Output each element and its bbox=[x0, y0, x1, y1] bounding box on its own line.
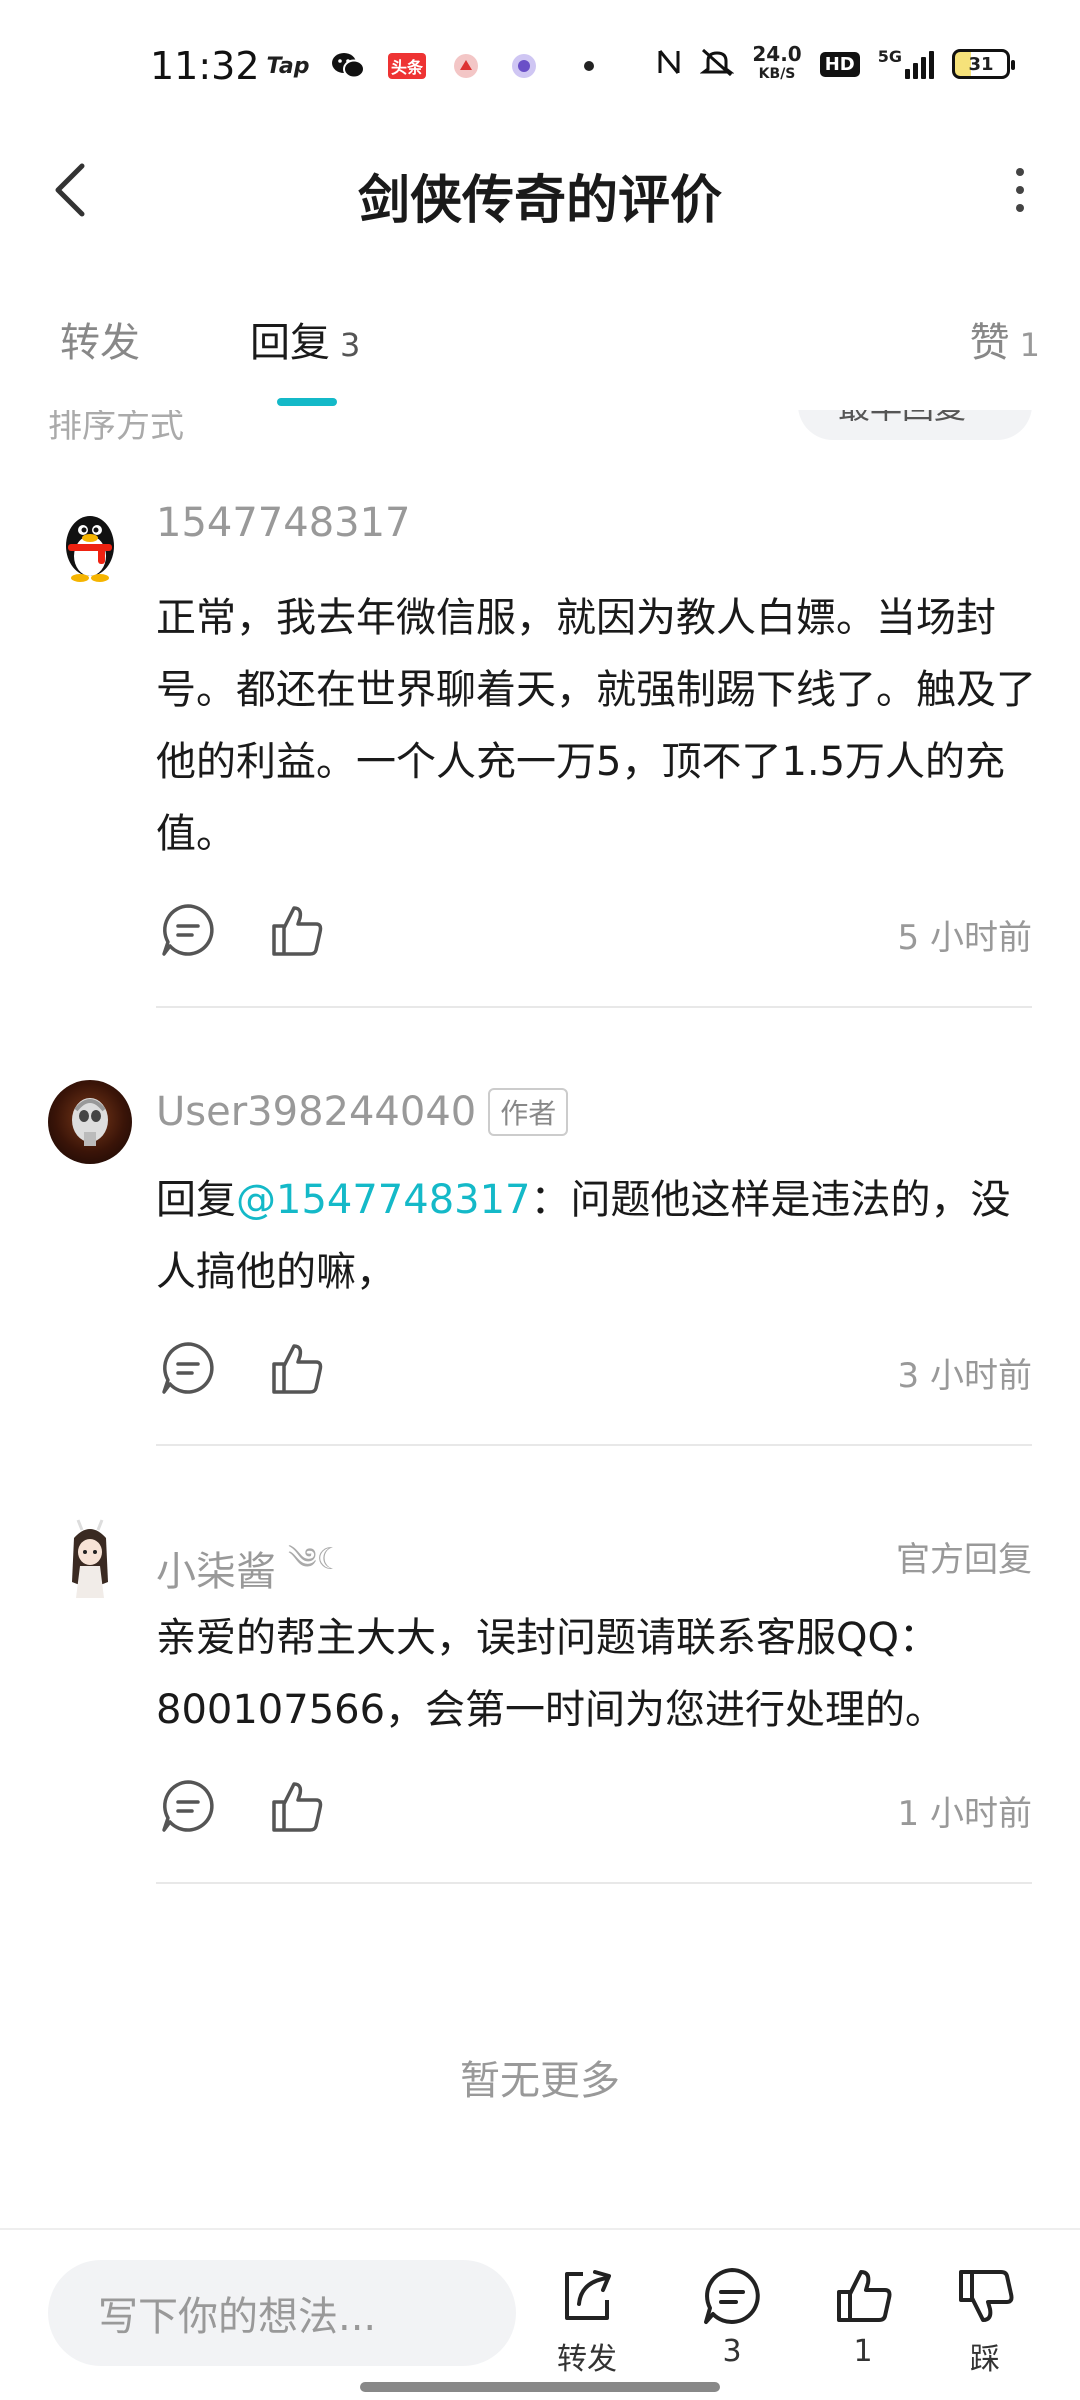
comment-input-placeholder: 写下你的想法... bbox=[98, 2294, 377, 2340]
comment-actions: 1 小时前 bbox=[156, 1776, 1032, 1846]
comment-bubble-icon bbox=[162, 904, 214, 956]
like-button[interactable] bbox=[266, 1338, 326, 1398]
avatar[interactable] bbox=[48, 1080, 132, 1164]
tab-like-count: 1 bbox=[1019, 326, 1040, 364]
battery-icon: 31 bbox=[952, 49, 1015, 79]
dot-icon bbox=[584, 61, 594, 71]
tap-app-icon: Tap bbox=[266, 53, 310, 79]
network-speed-value: 24.0 bbox=[752, 42, 802, 66]
comment-text: 回复@1547748317：问题他这样是违法的，没人搞他的嘛， bbox=[156, 1164, 1036, 1308]
network-speed-unit: KB/S bbox=[758, 66, 796, 82]
tab-reply-count: 3 bbox=[340, 326, 361, 364]
sort-selected-value: 最早回复 bbox=[838, 410, 966, 428]
nfc-icon bbox=[656, 47, 682, 81]
comment-count-button[interactable]: 3 bbox=[687, 2266, 777, 2386]
thumbs-up-icon bbox=[272, 1782, 323, 1832]
thumbs-up-icon bbox=[837, 2270, 892, 2322]
comment-text: 正常，我去年微信服，就因为教人白嫖。当场封号。都还在世界聊着天，就强制踢下线了。… bbox=[156, 595, 1036, 857]
reply-prefix: 回复 bbox=[156, 1177, 236, 1223]
hd-badge: HD bbox=[819, 51, 860, 77]
share-label: 转发 bbox=[557, 2342, 617, 2377]
more-dot-icon bbox=[1016, 204, 1024, 212]
share-icon bbox=[565, 2270, 611, 2320]
network-speed: 24.0 KB/S bbox=[752, 44, 801, 84]
battery-level: 31 bbox=[968, 53, 994, 75]
username-text: 1547748317 bbox=[156, 500, 411, 546]
qq-penguin-icon bbox=[66, 516, 114, 582]
system-status-icons: 24.0 KB/S HD 5G 31 bbox=[656, 44, 1015, 84]
comment-actions: 3 小时前 bbox=[156, 1338, 1032, 1408]
comment-username[interactable]: User398244040 作者 bbox=[156, 1088, 569, 1136]
tab-reply[interactable]: 回复 3 bbox=[250, 310, 360, 368]
dislike-button[interactable]: 踩 bbox=[940, 2266, 1030, 2386]
divider bbox=[156, 1444, 1032, 1446]
status-time: 11:32 bbox=[150, 44, 260, 88]
comment-bubble-icon bbox=[162, 1342, 214, 1394]
reply-button[interactable] bbox=[158, 1338, 218, 1398]
comment-time: 5 小时前 bbox=[897, 918, 1032, 958]
sort-label: 排序方式 bbox=[48, 410, 184, 446]
tab-bar: 转发 回复 3 赞1 bbox=[0, 300, 1080, 410]
comment-username[interactable]: 小柒酱 ༄☾ bbox=[156, 1526, 344, 1610]
tab-like-label: 赞 bbox=[969, 320, 1010, 366]
thumbs-up-icon bbox=[272, 1344, 323, 1394]
sort-row: 排序方式 最早回复 bbox=[0, 410, 1080, 450]
author-badge: 作者 bbox=[488, 1088, 569, 1136]
notification-icons: Tap 头条 bbox=[266, 48, 594, 84]
toutiao-icon: 头条 bbox=[388, 53, 426, 79]
mute-icon bbox=[699, 47, 735, 81]
comment-actions: 5 小时前 bbox=[156, 900, 1032, 970]
home-indicator[interactable] bbox=[360, 2382, 720, 2392]
more-dot-icon bbox=[1016, 168, 1024, 176]
comment-time: 3 小时前 bbox=[897, 1356, 1032, 1396]
comment-count: 3 bbox=[722, 2334, 742, 2369]
avatar[interactable] bbox=[48, 1518, 132, 1602]
reply-button[interactable] bbox=[158, 1776, 218, 1836]
like-count-button[interactable]: 1 bbox=[818, 2266, 908, 2386]
status-bar: 11:32 Tap 头条 24.0 KB/S HD 5G 31 bbox=[0, 0, 1080, 130]
wechat-icon bbox=[330, 48, 366, 84]
header: 剑侠传奇的评价 bbox=[0, 130, 1080, 250]
tab-forward-label: 转发 bbox=[60, 320, 140, 366]
network-type: 5G bbox=[877, 47, 902, 66]
like-button[interactable] bbox=[266, 900, 326, 960]
tab-like[interactable]: 赞1 bbox=[970, 310, 1040, 368]
comment-input[interactable]: 写下你的想法... bbox=[48, 2260, 516, 2366]
avatar[interactable] bbox=[48, 500, 132, 584]
chevron-down-icon bbox=[976, 410, 992, 411]
signal-icon: 5G bbox=[878, 49, 934, 79]
like-button[interactable] bbox=[266, 1776, 326, 1836]
tab-reply-label: 回复 bbox=[250, 320, 330, 366]
comment-bubble-icon bbox=[162, 1780, 214, 1832]
official-reply-tag: 官方回复 bbox=[896, 1540, 1032, 1580]
more-dot-icon bbox=[1016, 186, 1024, 194]
more-options-button[interactable] bbox=[990, 160, 1050, 220]
no-more-text: 暂无更多 bbox=[460, 2058, 620, 2104]
avatar-image bbox=[72, 1098, 108, 1146]
comment-time: 1 小时前 bbox=[897, 1794, 1032, 1834]
tab-forward[interactable]: 转发 bbox=[60, 310, 140, 368]
avatar-image bbox=[72, 1519, 108, 1598]
comment-text: 亲爱的帮主大大，误封问题请联系客服QQ：800107566，会第一时间为您进行处… bbox=[156, 1615, 946, 1733]
username-text: 小柒酱 bbox=[156, 1549, 276, 1595]
thumbs-down-icon bbox=[959, 2270, 1014, 2322]
comment-username[interactable]: 1547748317 bbox=[156, 500, 411, 546]
comment-bubble-icon bbox=[704, 2268, 760, 2324]
username-decoration: ༄☾ bbox=[288, 1542, 344, 1577]
sort-dropdown[interactable]: 最早回复 bbox=[797, 410, 1032, 440]
like-count: 1 bbox=[853, 2334, 873, 2369]
page-title: 剑侠传奇的评价 bbox=[357, 171, 722, 231]
thumbs-up-icon bbox=[272, 906, 323, 956]
share-button[interactable]: 转发 bbox=[542, 2266, 632, 2386]
dislike-label: 踩 bbox=[970, 2342, 1000, 2377]
username-text: User398244040 bbox=[156, 1089, 477, 1135]
mention-link[interactable]: @1547748317 bbox=[236, 1177, 531, 1223]
tab-active-indicator bbox=[277, 398, 337, 406]
bottom-action-bar: 写下你的想法... 转发 3 1 踩 bbox=[0, 2228, 1080, 2400]
app-icon bbox=[506, 48, 542, 84]
divider bbox=[156, 1882, 1032, 1884]
divider bbox=[156, 1006, 1032, 1008]
app-icon bbox=[448, 48, 484, 84]
reply-button[interactable] bbox=[158, 900, 218, 960]
